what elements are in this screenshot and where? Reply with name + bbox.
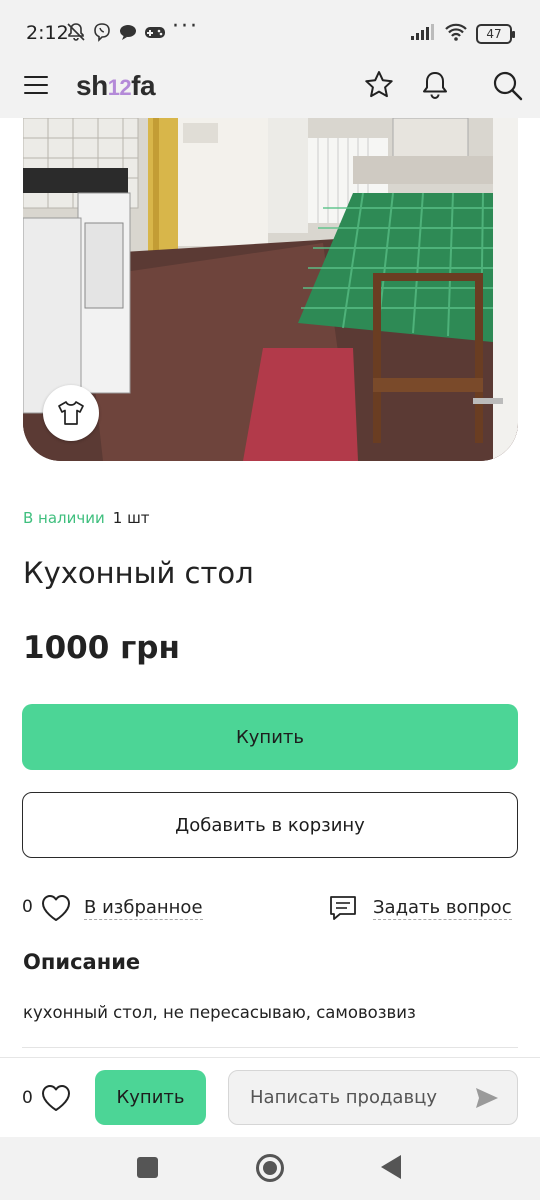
bell-icon[interactable]: [418, 68, 452, 102]
send-icon[interactable]: [474, 1086, 500, 1110]
chat-bubble-icon: [118, 22, 138, 42]
back-icon[interactable]: [381, 1155, 401, 1179]
divider: [22, 1047, 518, 1048]
logo[interactable]: sh12fa: [76, 70, 156, 102]
bottom-favorites-count: 0: [22, 1088, 33, 1108]
bottom-heart-icon[interactable]: [40, 1083, 72, 1113]
status-bar: 2:12 ··· 47: [0, 0, 540, 62]
status-time: 2:12: [26, 22, 69, 44]
app-header: sh12fa: [0, 62, 540, 118]
bottom-buy-button[interactable]: Купить: [95, 1070, 206, 1125]
description-heading: Описание: [23, 950, 141, 974]
status-more-icon: ···: [172, 14, 199, 39]
buy-button[interactable]: Купить: [22, 704, 518, 770]
quantity-label: 1 шт: [112, 509, 150, 527]
viber-icon: [92, 22, 112, 42]
system-nav-bar: [0, 1137, 540, 1200]
search-icon[interactable]: [490, 68, 524, 102]
menu-icon[interactable]: [24, 76, 48, 100]
signal-icon: [410, 22, 436, 46]
availability: В наличии 1 шт: [23, 509, 150, 527]
bottom-action-bar: 0 Купить: [0, 1057, 540, 1137]
in-stock-label: В наличии: [23, 509, 105, 527]
logo-right: fa: [131, 70, 156, 101]
product-price: 1000 грн: [23, 630, 180, 666]
favorites-row: 0 В избранное Задать вопрос: [22, 893, 518, 923]
gamepad-icon: [144, 22, 165, 42]
wifi-icon: [444, 22, 468, 46]
product-title: Кухонный стол: [23, 556, 254, 590]
status-right-icons: 47: [410, 22, 515, 46]
notifications-off-icon: [66, 22, 86, 42]
heart-icon[interactable]: [40, 893, 72, 923]
tshirt-icon: [58, 401, 84, 425]
add-to-cart-button[interactable]: Добавить в корзину: [22, 792, 518, 858]
ask-question-link[interactable]: Задать вопрос: [373, 897, 512, 920]
recent-apps-icon[interactable]: [137, 1157, 158, 1178]
logo-left: sh: [76, 70, 108, 101]
message-icon[interactable]: [328, 894, 358, 922]
star-icon[interactable]: [362, 68, 396, 102]
home-icon[interactable]: [256, 1154, 284, 1182]
battery-icon: 47: [476, 24, 515, 44]
description-text: кухонный стол, не пересасываю, самовозви…: [23, 1003, 416, 1022]
favorites-count: 0: [22, 897, 33, 917]
status-notification-icons: [66, 22, 165, 42]
tshirt-badge-button[interactable]: [43, 385, 99, 441]
logo-mid: 12: [107, 75, 132, 100]
add-to-favorites-link[interactable]: В избранное: [84, 897, 203, 920]
